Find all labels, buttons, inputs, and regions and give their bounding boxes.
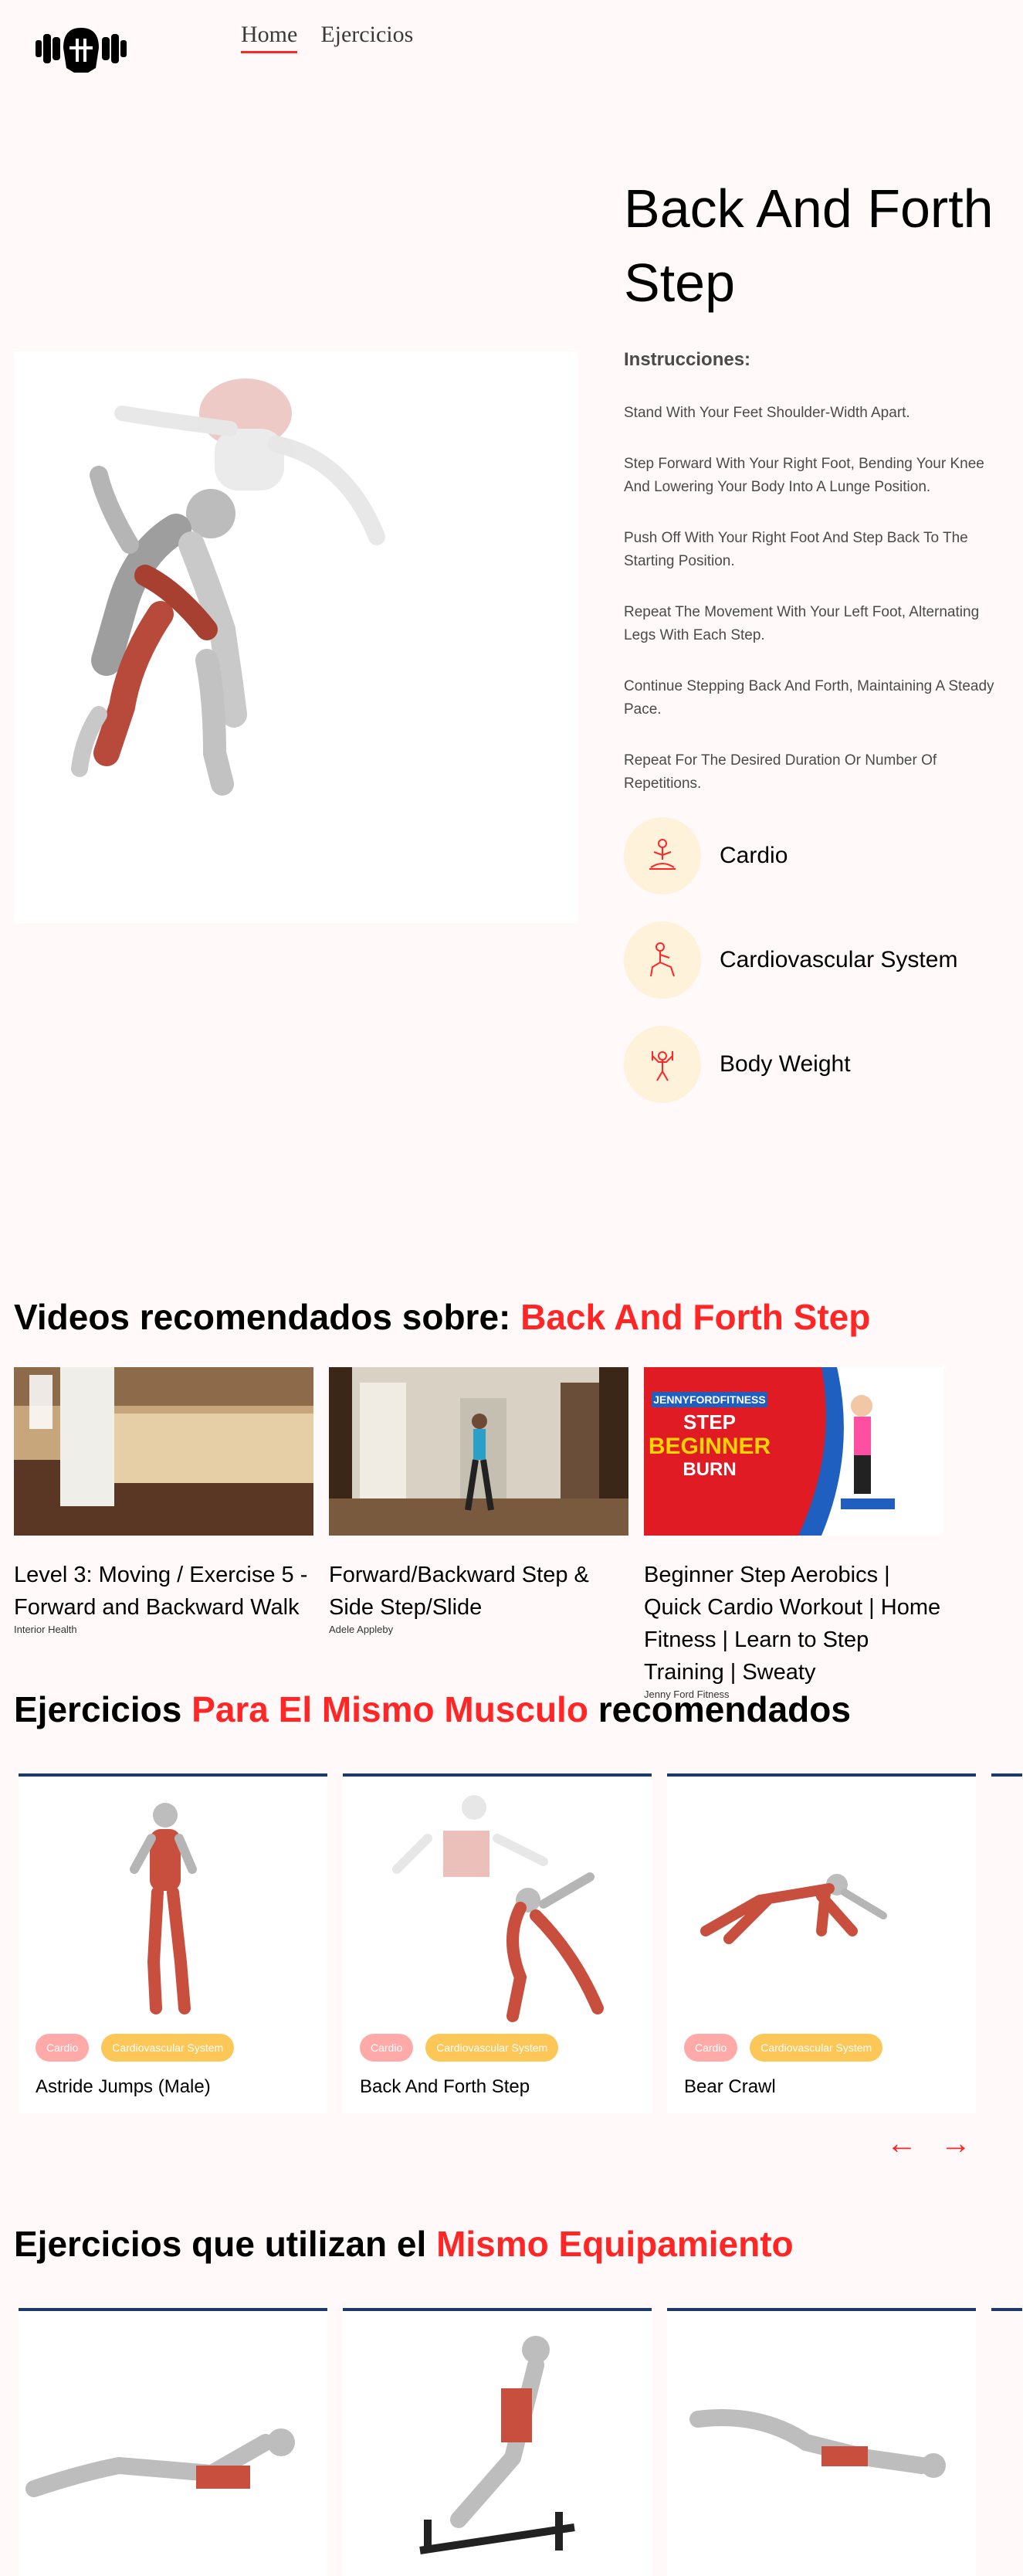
- similar-muscle-carousel: Cardio Cardiovascular System Astride Jum…: [19, 1773, 1022, 2113]
- nav-ejercicios-link[interactable]: Ejercicios: [320, 22, 413, 53]
- exercise-title: Back And Forth Step: [624, 178, 994, 313]
- exercise-badges: Cardio Cardiovascular System Body Weight: [624, 817, 957, 1130]
- video-list: Level 3: Moving / Exercise 5 - Forward a…: [14, 1367, 943, 1700]
- instruction-step: Repeat For The Desired Duration Or Numbe…: [624, 752, 937, 792]
- main-nav: Home Ejercicios: [241, 22, 413, 53]
- badge-equipment: Body Weight: [624, 1026, 957, 1103]
- thumbnail-text: BURN: [683, 1459, 736, 1480]
- same-equipment-carousel: [19, 2308, 1022, 2576]
- instruction-step: Step Forward With Your Right Foot, Bendi…: [624, 456, 984, 495]
- video-card[interactable]: Forward/Backward Step & Side Step/Slide …: [329, 1367, 628, 1700]
- exercise-card[interactable]: [667, 2308, 976, 2576]
- tag-target[interactable]: Cardiovascular System: [101, 2034, 235, 2062]
- exercise-card[interactable]: Cardio Cardiovascular System Bear Crawl: [667, 1773, 976, 2113]
- instruction-step: Continue Stepping Back And Forth, Mainta…: [624, 678, 994, 718]
- exercise-card[interactable]: Cardio Cardiovascular System Back And Fo…: [343, 1773, 652, 2113]
- thumbnail-text: BEGINNER: [649, 1434, 771, 1459]
- video-channel: Adele Appleby: [329, 1624, 394, 1635]
- section-title-text: Ejercicios: [14, 1689, 192, 1729]
- instruction-step: Stand With Your Feet Shoulder-Width Apar…: [624, 405, 910, 421]
- video-card[interactable]: JENNYFORDFITNESS STEP BEGINNER BURN Begi…: [644, 1367, 943, 1700]
- badge-label: Cardiovascular System: [720, 947, 958, 972]
- videos-section-title: Videos recomendados sobre: Back And Fort…: [14, 1296, 870, 1338]
- section-title-highlight: Back And Forth Step: [520, 1297, 871, 1337]
- exercise-card[interactable]: Cardio Cardiovascular System Astride Jum…: [19, 1773, 327, 2113]
- section-title-highlight: Mismo Equipamiento: [436, 2224, 794, 2264]
- exercise-card[interactable]: [19, 2308, 327, 2576]
- exercise-image: [14, 351, 578, 923]
- exercise-card-partial[interactable]: [991, 1773, 1022, 2113]
- section-title-highlight: Para El Mismo Musculo: [191, 1689, 588, 1729]
- carousel-controls: ← →: [886, 2128, 971, 2159]
- similar-muscle-section-title: Ejercicios Para El Mismo Musculo recomen…: [14, 1688, 851, 1730]
- instruction-step: Repeat The Movement With Your Left Foot,…: [624, 604, 980, 643]
- video-channel: Interior Health: [14, 1624, 77, 1635]
- video-card[interactable]: Level 3: Moving / Exercise 5 - Forward a…: [14, 1367, 313, 1700]
- exercise-card-image: [19, 2319, 327, 2566]
- nav-home-link[interactable]: Home: [241, 22, 298, 53]
- section-title-text: Ejercicios que utilizan el: [14, 2224, 437, 2264]
- video-thumbnail[interactable]: JENNYFORDFITNESS STEP BEGINNER BURN: [644, 1367, 943, 1536]
- meditation-icon: [624, 817, 701, 894]
- badge-label: Body Weight: [720, 1051, 851, 1077]
- tag-list: Cardio Cardiovascular System: [684, 2034, 883, 2062]
- badge-label: Cardio: [720, 843, 788, 868]
- arrow-right-icon[interactable]: →: [940, 2128, 971, 2159]
- tag-target[interactable]: Cardiovascular System: [750, 2034, 883, 2062]
- badge-body-part: Cardio: [624, 817, 957, 894]
- section-title-text: Videos recomendados sobre:: [14, 1297, 521, 1337]
- badge-target: Cardiovascular System: [624, 921, 957, 999]
- exercise-card-image: [19, 1784, 327, 2031]
- video-title[interactable]: Level 3: Moving / Exercise 5 - Forward a…: [14, 1559, 313, 1624]
- exercise-card-image: [343, 2319, 652, 2566]
- exercise-card-partial[interactable]: [991, 2308, 1022, 2576]
- thumbnail-brand: JENNYFORDFITNESS: [653, 1393, 765, 1406]
- exercise-card-image: [667, 2319, 976, 2566]
- tag-body-part[interactable]: Cardio: [684, 2034, 738, 2062]
- arrow-left-icon[interactable]: ←: [886, 2128, 917, 2159]
- tag-body-part[interactable]: Cardio: [36, 2034, 90, 2062]
- video-thumbnail[interactable]: [329, 1367, 628, 1536]
- tag-body-part[interactable]: Cardio: [360, 2034, 414, 2062]
- dumbbell-person-icon: [624, 1026, 701, 1103]
- lunge-icon: [624, 921, 701, 999]
- video-title[interactable]: Forward/Backward Step & Side Step/Slide: [329, 1559, 628, 1624]
- thumbnail-text: STEP: [683, 1410, 736, 1434]
- same-equipment-section-title: Ejercicios que utilizan el Mismo Equipam…: [14, 2223, 794, 2265]
- logo-icon[interactable]: [34, 23, 128, 74]
- instructions-list: Stand With Your Feet Shoulder-Width Apar…: [624, 402, 1010, 823]
- exercise-card-name[interactable]: Bear Crawl: [684, 2076, 776, 2098]
- tag-list: Cardio Cardiovascular System: [36, 2034, 235, 2062]
- tag-target[interactable]: Cardiovascular System: [425, 2034, 559, 2062]
- instructions-heading: Instrucciones:: [624, 349, 751, 370]
- exercise-card[interactable]: [343, 2308, 652, 2576]
- exercise-card-image: [343, 1784, 652, 2031]
- video-thumbnail[interactable]: [14, 1367, 313, 1536]
- exercise-card-name[interactable]: Back And Forth Step: [360, 2076, 530, 2098]
- exercise-card-image: [667, 1784, 976, 2031]
- exercise-card-name[interactable]: Astride Jumps (Male): [36, 2076, 211, 2098]
- tag-list: Cardio Cardiovascular System: [360, 2034, 559, 2062]
- instruction-step: Push Off With Your Right Foot And Step B…: [624, 530, 968, 569]
- section-title-text: recomendados: [588, 1689, 851, 1729]
- video-title[interactable]: Beginner Step Aerobics | Quick Cardio Wo…: [644, 1559, 943, 1688]
